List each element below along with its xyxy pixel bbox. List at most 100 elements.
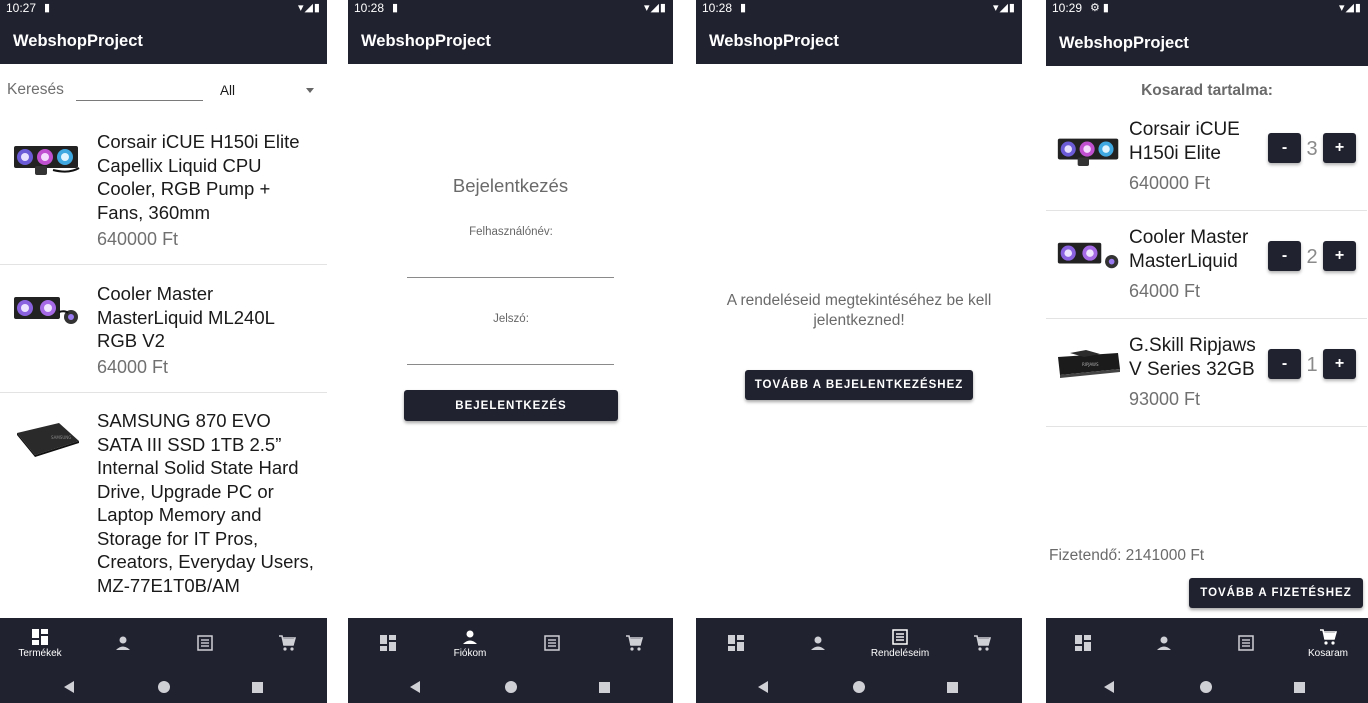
username-underline [407, 277, 614, 278]
decrease-quantity-button[interactable]: - [1268, 133, 1301, 163]
list-icon [544, 635, 560, 651]
product-name: SAMSUNG 870 EVO SATA III SSD 1TB 2.5” In… [97, 410, 314, 596]
nav-tab-cart[interactable]: Kosaram [1288, 618, 1368, 670]
increase-quantity-button[interactable]: + [1323, 133, 1356, 163]
cart-icon [1320, 629, 1337, 645]
nav-tab-products[interactable] [1046, 618, 1123, 670]
bottom-navigation: Termékek [0, 618, 327, 670]
nav-tab-cart[interactable] [594, 618, 673, 670]
checkout-button[interactable]: TOVÁBB A FIZETÉSHEZ [1189, 578, 1363, 608]
nav-tab-products[interactable]: Termékek [0, 618, 80, 670]
cart-item: Cooler Master MasterLiquid 64000 Ft - 2 … [1046, 211, 1367, 319]
cart-item: Corsair iCUE H150i Elite 640000 Ft - 3 + [1046, 103, 1367, 211]
recent-apps-icon[interactable] [947, 682, 958, 693]
category-select-value: All [220, 83, 236, 98]
nav-tab-cart[interactable] [942, 618, 1022, 670]
nav-tab-account[interactable]: Fiókom [430, 618, 510, 670]
home-icon[interactable] [158, 681, 170, 693]
increase-quantity-button[interactable]: + [1323, 349, 1356, 379]
orders-screen: 10:28 ▮ ▾◢▮ WebshopProject A rendeléseid… [696, 0, 1022, 703]
back-icon[interactable] [1104, 681, 1114, 693]
nav-tab-cart[interactable] [247, 618, 327, 670]
settings-sd-icons: ⚙ ▮ [1090, 2, 1109, 14]
search-input[interactable] [76, 80, 203, 101]
increase-quantity-button[interactable]: + [1323, 241, 1356, 271]
bottom-navigation: Kosaram [1046, 618, 1368, 670]
decrease-quantity-button[interactable]: - [1268, 349, 1301, 379]
system-navigation [0, 670, 327, 703]
back-icon[interactable] [410, 681, 420, 693]
recent-apps-icon[interactable] [252, 682, 263, 693]
signal-battery-icons: ▾◢▮ [1338, 2, 1362, 14]
bottom-navigation: Rendeléseim [696, 618, 1022, 670]
status-time: 10:28 [354, 1, 385, 15]
back-icon[interactable] [758, 681, 768, 693]
recent-apps-icon[interactable] [599, 682, 610, 693]
sd-card-icon: ▮ [44, 2, 51, 14]
home-icon[interactable] [1200, 681, 1212, 693]
category-select[interactable]: All [220, 82, 318, 102]
nav-tab-account[interactable] [1124, 618, 1204, 670]
login-button[interactable]: BEJELENTKEZÉS [404, 390, 618, 421]
sd-card-icon: ▮ [392, 2, 399, 14]
app-bar: WebshopProject [696, 16, 1022, 64]
nav-tab-orders[interactable]: Rendeléseim [860, 618, 940, 670]
cart-item-name: Corsair iCUE H150i Elite [1129, 119, 1240, 164]
dashboard-icon [32, 629, 48, 645]
product-card[interactable]: SAMSUNG SAMSUNG 870 EVO SATA III SSD 1TB… [0, 393, 327, 633]
system-navigation [348, 670, 673, 703]
nav-tab-account[interactable] [83, 618, 163, 670]
list-icon [892, 629, 908, 645]
svg-text:SAMSUNG: SAMSUNG [51, 435, 71, 440]
signal-battery-icons: ▾◢▮ [643, 2, 667, 14]
app-title: WebshopProject [1059, 34, 1189, 52]
cart-item: RIPJAWS G.Skill Ripjaws V Series 32GB 93… [1046, 319, 1367, 427]
product-image-ssd: SAMSUNG [17, 423, 79, 457]
cart-item-price: 640000 Ft [1129, 173, 1211, 193]
status-bar: 10:29 ⚙ ▮ ▾◢▮ [1046, 0, 1368, 16]
status-bar: 10:27 ▮ ▾◢▮ [0, 0, 327, 16]
decrease-quantity-button[interactable]: - [1268, 241, 1301, 271]
nav-tab-products[interactable] [696, 618, 776, 670]
person-icon [463, 630, 477, 644]
nav-tab-orders[interactable] [165, 618, 245, 670]
person-icon [116, 636, 130, 650]
recent-apps-icon[interactable] [1294, 682, 1305, 693]
login-screen: 10:28 ▮ ▾◢▮ WebshopProject Bejelentkezés… [348, 0, 673, 703]
cart-item-quantity: 1 [1306, 354, 1318, 376]
product-card[interactable]: Corsair iCUE H150i Elite Capellix Liquid… [0, 118, 327, 265]
home-icon[interactable] [505, 681, 517, 693]
cart-item-price: 93000 Ft [1129, 389, 1201, 409]
nav-label: Rendeléseim [870, 648, 930, 659]
product-price: 640000 Ft [97, 229, 179, 249]
app-bar: WebshopProject [1046, 16, 1368, 66]
product-name: Cooler Master MasterLiquid ML240L RGB V2 [97, 283, 275, 351]
cart-item-name: G.Skill Ripjaws V Series 32GB [1129, 335, 1256, 380]
total-amount: Fizetendő: 2141000 Ft [1049, 547, 1205, 564]
app-bar: WebshopProject [348, 16, 673, 64]
go-to-login-button[interactable]: TOVÁBB A BEJELENTKEZÉSHEZ [745, 370, 973, 400]
username-input[interactable] [407, 244, 614, 276]
bottom-navigation: Fiókom [348, 618, 673, 670]
nav-tab-orders[interactable] [1206, 618, 1286, 670]
system-navigation [1046, 670, 1368, 703]
back-icon[interactable] [64, 681, 74, 693]
product-card[interactable]: Cooler Master MasterLiquid ML240L RGB V2… [0, 265, 327, 393]
password-input[interactable] [407, 331, 614, 363]
cart-icon [974, 635, 991, 651]
list-icon [197, 635, 213, 651]
cart-item-quantity: 3 [1306, 138, 1318, 160]
person-icon [1157, 636, 1171, 650]
product-price: 64000 Ft [97, 357, 169, 377]
nav-tab-products[interactable] [348, 618, 428, 670]
product-name: Corsair iCUE H150i Elite Capellix Liquid… [97, 131, 300, 223]
password-label: Jelszó: [493, 313, 529, 325]
nav-tab-orders[interactable] [512, 618, 592, 670]
chevron-down-icon [306, 88, 314, 93]
status-time: 10:29 [1052, 1, 1083, 15]
status-bar: 10:28 ▮ ▾◢▮ [348, 0, 673, 16]
nav-tab-account[interactable] [778, 618, 858, 670]
status-bar: 10:28 ▮ ▾◢▮ [696, 0, 1022, 16]
dashboard-icon [1075, 635, 1091, 651]
home-icon[interactable] [853, 681, 865, 693]
